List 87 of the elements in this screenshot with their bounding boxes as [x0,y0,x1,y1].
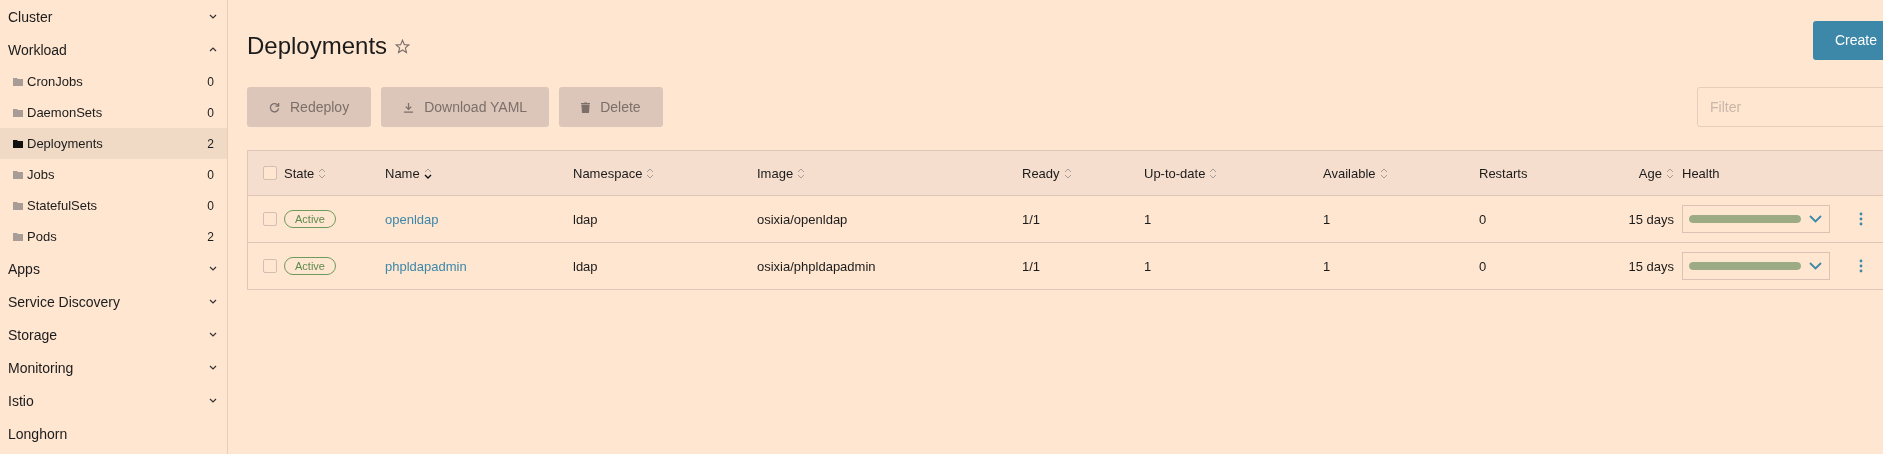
folder-icon [13,201,23,210]
column-header[interactable]: Namespace [573,165,643,181]
nav-item-label: Jobs [27,167,56,182]
table-cell-text: 0 [1479,258,1488,274]
select-all-checkbox[interactable] [263,166,277,180]
folder-icon [13,77,23,86]
deployment-link[interactable]: phpldapadmin [385,258,467,274]
folder-icon [13,232,23,241]
nav-item[interactable]: StatefulSets 0 [0,190,227,221]
column-header[interactable]: Image [757,165,794,181]
column-header[interactable]: Ready [1022,165,1060,181]
nav-item[interactable]: Deployments 2 [0,128,227,159]
sort-icon[interactable] [797,167,806,179]
table-cell-text: 1 [1144,258,1153,274]
nav-item-count: 2 [207,229,214,244]
nav-item-count: 0 [207,167,214,182]
sort-icon[interactable] [318,167,327,179]
column-header[interactable]: Name [385,165,420,181]
table-cell-text: ldap [573,258,599,274]
column-header[interactable]: Health [1682,165,1720,181]
nav-item-label: StatefulSets [27,198,99,213]
chevron-down-icon[interactable] [209,299,217,304]
nav-group[interactable]: Workload [8,41,67,58]
row-checkbox[interactable] [263,212,277,226]
table-cell-text: 1 [1144,211,1153,227]
chevron-down-icon [1809,215,1822,223]
nav-item-count: 0 [207,198,214,213]
nav-group[interactable]: Istio [8,392,34,409]
nav-item-count: 2 [207,136,214,151]
table-cell-text: 15 days [1627,258,1675,274]
folder-icon [13,170,23,179]
chevron-down-icon[interactable] [209,266,217,271]
folder-icon [13,108,23,117]
nav-group[interactable]: Cluster [8,8,53,25]
table-cell-text: 1/1 [1022,211,1042,227]
nav-item[interactable]: Jobs 0 [0,159,227,190]
refresh-icon [269,101,280,113]
column-header[interactable]: State [284,165,315,181]
more-icon[interactable] [1859,212,1863,226]
table-cell-text: osixia/phpldapadmin [757,258,877,274]
chevron-down-icon[interactable] [209,332,217,337]
chevron-up-icon[interactable] [209,47,217,52]
sort-icon[interactable] [1209,167,1218,179]
chevron-down-icon[interactable] [209,14,217,19]
table-cell-text: 1/1 [1022,258,1042,274]
nav-item[interactable]: CronJobs 0 [0,66,227,97]
nav-group[interactable]: Service Discovery [8,293,121,310]
nav-item-count: 0 [207,74,214,89]
nav-item[interactable]: Pods 2 [0,221,227,252]
nav-group[interactable]: Monitoring [8,359,74,376]
folder-icon [13,139,23,148]
health-dropdown[interactable] [1682,252,1830,280]
trash-icon [581,101,591,113]
chevron-down-icon [1809,262,1822,270]
nav-item-count: 0 [207,105,214,120]
column-header[interactable]: Available [1323,165,1376,181]
nav-item-label: Deployments [27,136,104,151]
column-header[interactable]: Age [1638,165,1662,181]
nav-group[interactable]: Apps [8,260,40,277]
nav-group[interactable]: Longhorn [8,425,68,442]
chevron-down-icon[interactable] [209,398,217,403]
nav-item-label: DaemonSets [27,105,104,120]
nav-item-label: CronJobs [27,74,84,89]
nav-item[interactable]: DaemonSets 0 [0,97,227,128]
nav-item-label: Pods [27,229,58,244]
sort-icon[interactable] [646,167,655,179]
page-title: Deployments [247,32,388,60]
table-cell-text: ldap [573,211,599,227]
sort-descending-icon[interactable] [423,167,432,179]
health-dropdown[interactable] [1682,205,1830,233]
table-cell-text: 15 days [1627,211,1675,227]
table-cell-text: 1 [1323,258,1332,274]
column-header[interactable]: Up-to-date [1144,165,1206,181]
table-cell-text: osixia/openldap [757,211,849,227]
more-icon[interactable] [1859,259,1863,273]
create-button[interactable]: Create [1813,20,1883,60]
column-header[interactable]: Restarts [1479,165,1528,181]
table-cell-text: 0 [1479,211,1488,227]
sort-icon[interactable] [1063,167,1072,179]
table-cell-text: 1 [1323,211,1332,227]
row-checkbox[interactable] [263,259,277,273]
chevron-down-icon[interactable] [209,365,217,370]
sort-icon[interactable] [1379,167,1388,179]
sort-icon[interactable] [1666,167,1674,179]
star-icon[interactable] [395,38,411,54]
nav-group[interactable]: Storage [8,326,58,343]
download-icon [403,101,415,113]
